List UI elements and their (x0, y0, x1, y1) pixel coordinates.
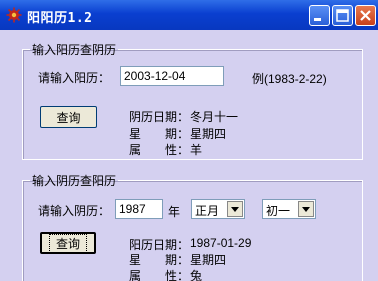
lunar-day-select[interactable]: 初一 (262, 199, 316, 219)
weekday-value: 星期四 (190, 253, 227, 267)
solar-date-input[interactable]: 2003-12-04 (120, 66, 224, 86)
query-button-label: 查询 (56, 110, 81, 125)
group-legend: 输入阴历查阳历 (32, 174, 117, 188)
query-button-label: 查询 (48, 233, 87, 253)
app-icon (6, 7, 22, 23)
lunar-month-select[interactable]: 正月 (191, 199, 245, 219)
query-button[interactable]: 查询 (40, 106, 97, 128)
client-area: 输入阳历查阴历 请输入阳历： 2003-12-04 例(1983-2-22) 查… (3, 30, 375, 281)
group-legend: 输入阳历查阴历 (32, 43, 117, 57)
chevron-down-icon (231, 206, 239, 212)
solar-input-label: 请输入阳历： (38, 71, 111, 85)
zodiac-label: 属 性： (129, 269, 190, 281)
zodiac-value: 兔 (190, 269, 203, 281)
selected-month: 正月 (195, 204, 220, 218)
year-unit-label: 年 (168, 205, 181, 219)
weekday-label: 星 期： (129, 253, 190, 267)
query-button[interactable]: 查询 (40, 232, 96, 254)
example-label: 例(1983-2-22) (252, 72, 327, 86)
lunar-date-value: 冬月十一 (190, 110, 239, 124)
app-window: 阳阳历1.2 输入阳历查阴历 请输入阳历： 2003-12-04 例(1983-… (0, 0, 378, 281)
selected-day: 初一 (266, 204, 291, 218)
chevron-down-icon (302, 206, 310, 212)
solar-date-value: 1987-01-29 (190, 236, 252, 250)
lunar-year-input[interactable]: 1987 (115, 199, 163, 219)
close-button[interactable] (355, 5, 376, 26)
dropdown-arrow[interactable] (298, 201, 314, 217)
close-icon (360, 10, 371, 21)
minimize-button[interactable] (309, 5, 330, 26)
lunar-date-label: 阴历日期： (129, 110, 190, 124)
title-bar[interactable]: 阳阳历1.2 (0, 0, 378, 30)
zodiac-value: 羊 (190, 143, 203, 157)
zodiac-label: 属 性： (129, 143, 190, 157)
lunar-input-label: 请输入阴历： (38, 204, 111, 218)
weekday-value: 星期四 (190, 127, 227, 141)
dropdown-arrow[interactable] (227, 201, 243, 217)
weekday-label: 星 期： (129, 127, 190, 141)
maximize-button[interactable] (332, 5, 353, 26)
window-title: 阳阳历1.2 (27, 11, 93, 26)
maximize-icon (336, 9, 349, 22)
minimize-icon (314, 18, 321, 21)
